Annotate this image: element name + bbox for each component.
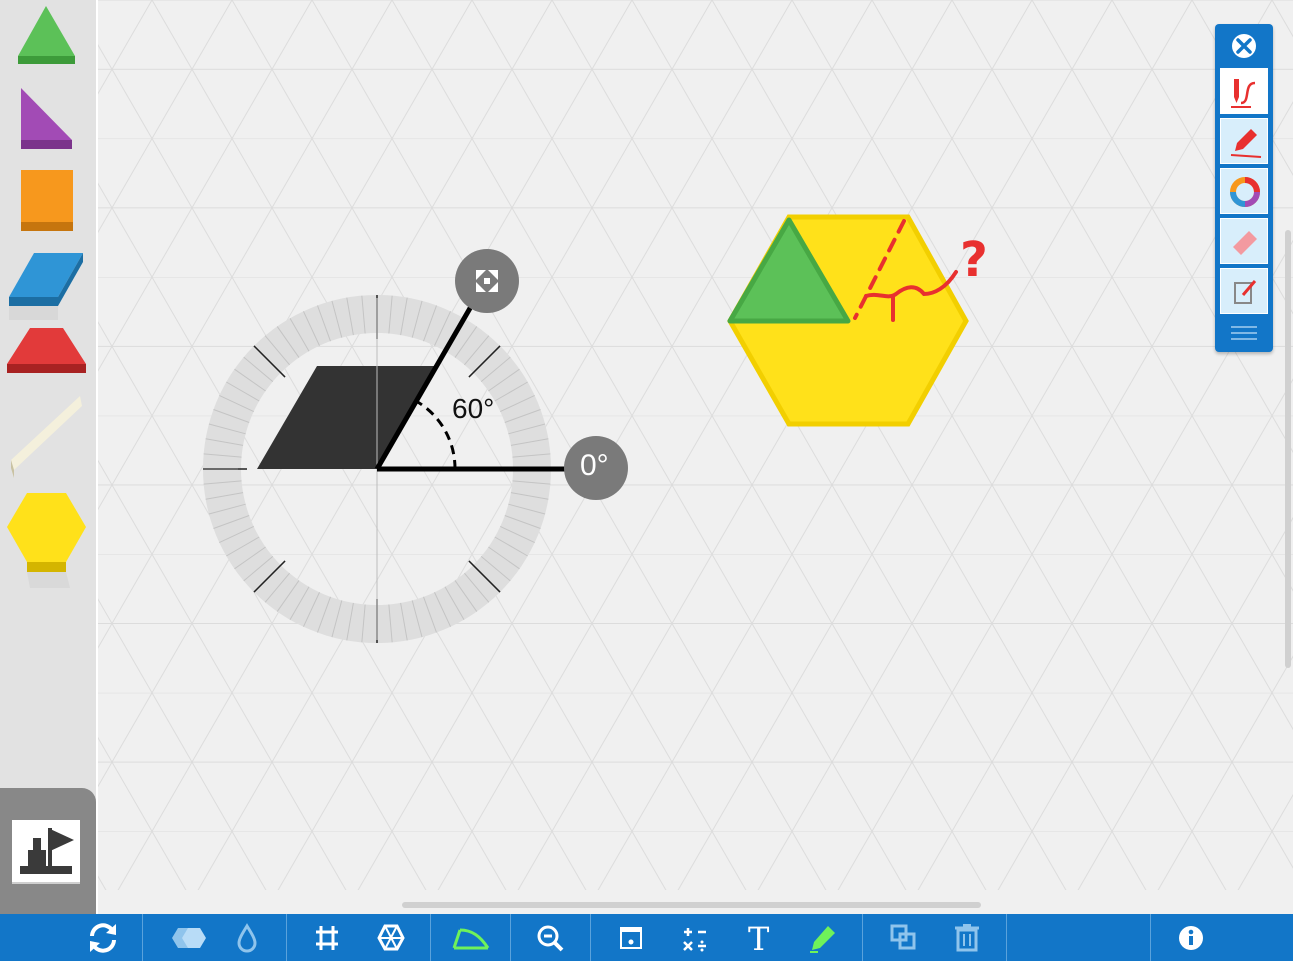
stamp-icon	[20, 828, 74, 874]
eraser-tool[interactable]	[1220, 218, 1268, 264]
info-icon	[1179, 926, 1203, 950]
stamp-button[interactable]	[12, 820, 80, 882]
close-icon[interactable]	[1215, 24, 1273, 68]
color-wheel-icon	[1230, 177, 1260, 207]
text-icon: T	[748, 920, 770, 958]
shape-palette	[0, 0, 98, 914]
duplicate-icon	[890, 924, 916, 950]
fill-drop-icon	[237, 923, 257, 953]
operations-button[interactable]	[672, 914, 718, 961]
bottom-toolbar: T	[0, 914, 1293, 961]
color-picker-tool[interactable]	[1220, 168, 1268, 214]
screen-button[interactable]	[608, 914, 654, 961]
trash-icon	[955, 924, 979, 952]
highlighter-button[interactable]	[800, 914, 846, 961]
hamburger-menu-icon[interactable]	[1215, 320, 1273, 350]
pen-stroke-icon	[1231, 79, 1256, 108]
vertical-scrollbar[interactable]	[1285, 230, 1291, 668]
palette-red-trapezoid[interactable]	[7, 328, 86, 373]
marker-icon	[1230, 129, 1262, 158]
hex-grid-icon	[377, 924, 405, 951]
shapes-icon	[172, 928, 206, 948]
eraser-icon	[1233, 231, 1257, 255]
grid-button[interactable]	[304, 914, 350, 961]
refresh-icon	[90, 923, 116, 953]
info-button[interactable]	[1168, 914, 1214, 961]
annotation-question-mark: ?	[960, 232, 988, 288]
grid-icon	[316, 926, 338, 950]
workspace-canvas[interactable]: ? 60° 0°	[98, 0, 1293, 914]
protractor-button[interactable]	[448, 914, 494, 961]
zoom-out-button[interactable]	[528, 914, 574, 961]
fill-color-button[interactable]	[226, 914, 272, 961]
draw-toolbar	[1215, 24, 1273, 352]
duplicate-button[interactable]	[880, 914, 926, 961]
screen-icon	[620, 927, 642, 949]
text-button[interactable]: T	[736, 914, 782, 961]
triangle-grid	[98, 0, 1293, 892]
hex-grid-button[interactable]	[368, 914, 414, 961]
zoom-out-icon	[537, 925, 564, 952]
palette-orange-square[interactable]	[21, 170, 73, 231]
highlighter-icon	[810, 926, 835, 953]
zero-degree-label: 0°	[580, 449, 609, 482]
palette-blue-rhombus[interactable]	[9, 253, 83, 320]
stamp-panel	[0, 788, 96, 914]
marker-tool[interactable]	[1220, 118, 1268, 164]
palette-purple-triangle[interactable]	[21, 88, 72, 149]
edit-note-icon	[1234, 280, 1257, 304]
horizontal-scrollbar[interactable]	[402, 902, 981, 908]
shapes-button[interactable]	[162, 914, 208, 961]
angle-readout: 60°	[452, 393, 495, 424]
refresh-button[interactable]	[80, 914, 126, 961]
pen-stroke-tool[interactable]	[1220, 68, 1268, 114]
palette-tan-rhombus[interactable]	[11, 396, 82, 478]
trash-button[interactable]	[944, 914, 990, 961]
protractor-icon	[452, 928, 490, 950]
clear-drawing-tool[interactable]	[1220, 268, 1268, 314]
palette-green-triangle[interactable]	[18, 6, 75, 64]
palette-yellow-hexagon[interactable]	[7, 493, 86, 588]
operations-icon	[683, 928, 706, 952]
